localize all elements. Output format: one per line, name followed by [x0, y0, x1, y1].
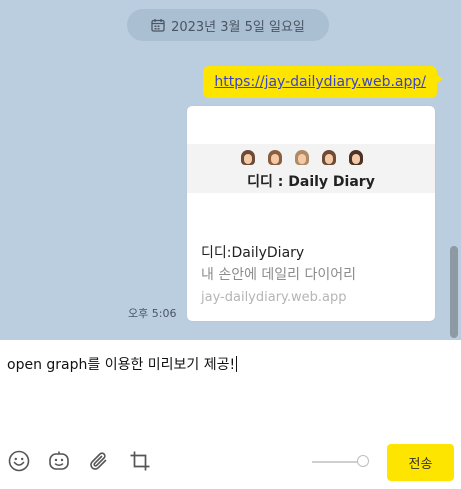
date-label: 2023년 3월 5일 일요일: [171, 19, 305, 35]
message-input[interactable]: open graph를 이용한 미리보기 제공!: [7, 354, 447, 414]
og-brand-text: 디디 : Daily Diary: [247, 174, 375, 190]
character-face-icon: [268, 150, 282, 166]
og-image: 디디 : Daily Diary: [187, 144, 435, 193]
preview-title: 디디:DailyDiary: [201, 245, 305, 261]
character-face-icon: [295, 150, 309, 166]
sent-link-message[interactable]: https://jay-dailydiary.web.app/: [203, 66, 443, 98]
preview-description: 내 손안에 데일리 다이어리: [201, 267, 357, 283]
link-preview-card[interactable]: 디디 : Daily Diary 디디:DailyDiary 내 손안에 데일리…: [187, 106, 435, 321]
character-face-icon: [241, 150, 255, 166]
attach-icon[interactable]: [86, 448, 112, 474]
character-faces: [241, 150, 363, 166]
calendar-icon: [151, 19, 165, 32]
emoji-icon[interactable]: [6, 448, 32, 474]
emoticon-box-icon[interactable]: [46, 448, 72, 474]
crop-icon[interactable]: [127, 448, 153, 474]
character-face-icon: [349, 150, 363, 166]
chat-area: 2023년 3월 5일 일요일 https://jay-dailydiary.w…: [0, 0, 461, 340]
scrollbar[interactable]: [450, 246, 458, 338]
character-face-icon: [322, 150, 336, 166]
composer: open graph를 이용한 미리보기 제공! 전송: [0, 340, 461, 489]
font-size-slider-handle[interactable]: [357, 455, 369, 467]
date-divider: 2023년 3월 5일 일요일: [127, 9, 329, 41]
message-time: 오후 5:06: [128, 307, 177, 320]
text-caret: [236, 356, 238, 372]
message-input-text: open graph를 이용한 미리보기 제공!: [7, 357, 236, 373]
preview-url: jay-dailydiary.web.app: [201, 290, 347, 305]
send-button[interactable]: 전송: [387, 444, 454, 481]
